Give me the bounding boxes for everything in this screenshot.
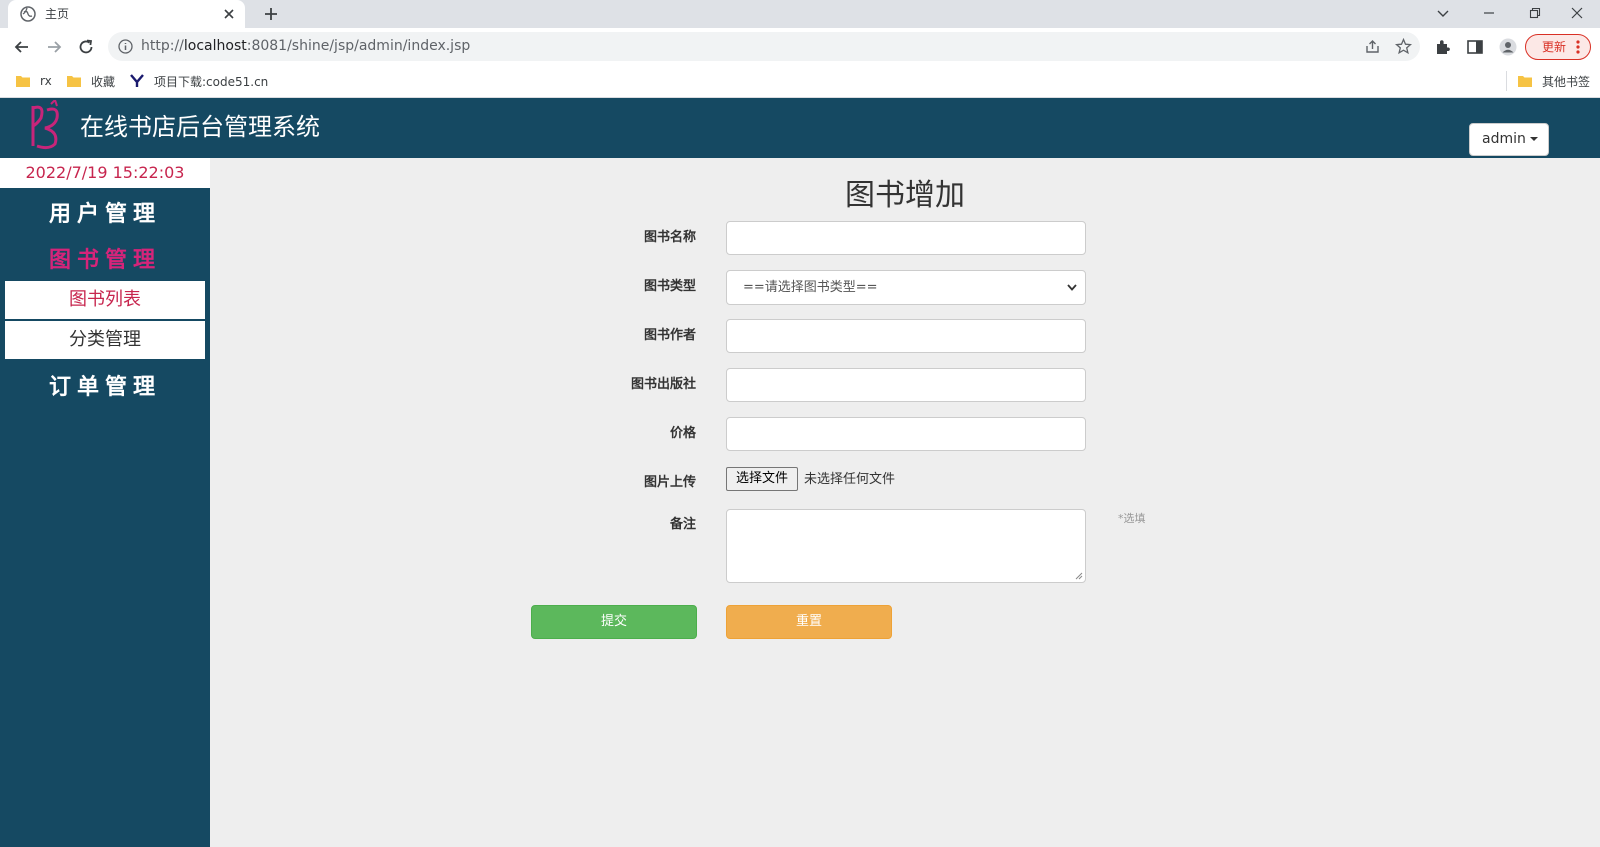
- update-label: 更新: [1542, 40, 1567, 54]
- book-name-label: 图书名称: [643, 230, 696, 245]
- logo-icon: [31, 100, 59, 150]
- chevron-down-icon: [1067, 284, 1077, 291]
- submit-button[interactable]: 提交: [531, 605, 697, 639]
- url-path: :8081/shine/jsp/admin/index.jsp: [246, 38, 471, 54]
- reset-button[interactable]: 重置: [726, 605, 892, 639]
- restore-button[interactable]: [1512, 2, 1558, 24]
- star-icon[interactable]: [1395, 38, 1412, 55]
- bookmarks-bar: rx 收藏 项目下载:code51.cn 其他书签: [0, 65, 1600, 98]
- optional-hint: *选填: [1118, 512, 1146, 525]
- extensions-icon[interactable]: [1434, 38, 1452, 56]
- side-panel-icon[interactable]: [1466, 38, 1484, 56]
- choose-file-button[interactable]: 选择文件: [726, 467, 798, 491]
- arrow-right-icon: [48, 41, 62, 53]
- folder-icon: [16, 76, 30, 87]
- bookmarks-divider: [1506, 71, 1507, 91]
- admin-dropdown[interactable]: admin: [1469, 123, 1549, 156]
- sidebar-item-book-management[interactable]: 图书管理: [0, 246, 210, 276]
- book-author-input[interactable]: [726, 319, 1086, 353]
- info-icon[interactable]: [118, 39, 133, 54]
- book-author-label: 图书作者: [643, 328, 696, 343]
- reload-button[interactable]: [75, 36, 97, 58]
- sidebar-item-user-management[interactable]: 用户管理: [0, 200, 210, 230]
- address-bar[interactable]: http://localhost:8081/shine/jsp/admin/in…: [108, 32, 1420, 61]
- minimize-button[interactable]: [1466, 2, 1512, 24]
- tab-title: 主页: [45, 7, 70, 21]
- book-publisher-label: 图书出版社: [630, 377, 696, 392]
- file-status-text: 未选择任何文件: [804, 472, 896, 487]
- y-logo-icon: [130, 74, 144, 87]
- plus-icon[interactable]: [262, 5, 280, 23]
- close-icon[interactable]: [221, 6, 237, 22]
- browser-tab[interactable]: 主页: [8, 0, 245, 28]
- book-type-selected: ==请选择图书类型==: [743, 280, 878, 295]
- url-host: localhost: [183, 38, 247, 54]
- tab-search-button[interactable]: [1420, 2, 1466, 24]
- folder-icon: [67, 76, 81, 87]
- forward-button[interactable]: [43, 36, 65, 58]
- book-type-label: 图书类型: [643, 279, 696, 294]
- bookmark-code51[interactable]: 项目下载:code51.cn: [130, 73, 268, 89]
- sidebar-subitem-category-management[interactable]: 分类管理: [5, 321, 205, 359]
- bookmark-favorites[interactable]: 收藏: [67, 73, 115, 89]
- bookmark-label: 收藏: [91, 74, 116, 89]
- chevron-down-icon: [1437, 10, 1449, 17]
- more-vertical-icon: [1576, 40, 1580, 54]
- arrow-left-icon: [14, 41, 28, 53]
- bookmark-other[interactable]: 其他书签: [1518, 73, 1590, 89]
- book-type-select[interactable]: ==请选择图书类型==: [726, 270, 1086, 305]
- sidebar-item-order-management[interactable]: 订单管理: [0, 373, 210, 403]
- bookmark-label: rx: [40, 74, 52, 88]
- browser-tab-bar: 主页: [0, 0, 1600, 28]
- browser-toolbar: http://localhost:8081/shine/jsp/admin/in…: [0, 28, 1600, 65]
- sidebar-subitem-book-list[interactable]: 图书列表: [5, 281, 205, 319]
- price-input[interactable]: [726, 417, 1086, 451]
- sidebar: 用户管理 图书管理 图书列表 分类管理 订单管理: [0, 188, 210, 847]
- page-title: 图书增加: [845, 178, 965, 213]
- image-upload-label: 图片上传: [643, 475, 696, 490]
- note-textarea[interactable]: [726, 509, 1086, 583]
- resize-grip-icon[interactable]: [1075, 572, 1083, 580]
- url-prefix: http://: [141, 38, 184, 54]
- profile-avatar-icon[interactable]: [1499, 38, 1517, 56]
- close-icon: [1571, 7, 1583, 19]
- app-title: 在线书店后台管理系统: [80, 113, 320, 141]
- app-header: 在线书店后台管理系统 admin: [0, 98, 1600, 158]
- bookmark-label: 项目下载:code51.cn: [154, 74, 269, 89]
- book-publisher-input[interactable]: [726, 368, 1086, 402]
- share-icon[interactable]: [1364, 38, 1381, 55]
- globe-icon: [20, 6, 36, 22]
- folder-icon: [1518, 76, 1532, 87]
- note-label: 备注: [669, 517, 696, 532]
- url-text: http://localhost:8081/shine/jsp/admin/in…: [141, 38, 470, 55]
- admin-label: admin: [1482, 131, 1526, 147]
- book-name-input[interactable]: [726, 221, 1086, 255]
- window-close-button[interactable]: [1554, 2, 1600, 24]
- update-button[interactable]: 更新: [1525, 34, 1591, 60]
- price-label: 价格: [669, 426, 696, 441]
- back-button[interactable]: [11, 36, 33, 58]
- restore-icon: [1529, 7, 1541, 19]
- caret-down-icon: [1529, 137, 1538, 141]
- bookmark-label: 其他书签: [1542, 74, 1591, 89]
- clock-display: 2022/7/19 15:22:03: [0, 158, 210, 188]
- reload-icon: [79, 39, 93, 54]
- bookmark-rx[interactable]: rx: [16, 73, 52, 89]
- minimize-icon: [1484, 12, 1494, 14]
